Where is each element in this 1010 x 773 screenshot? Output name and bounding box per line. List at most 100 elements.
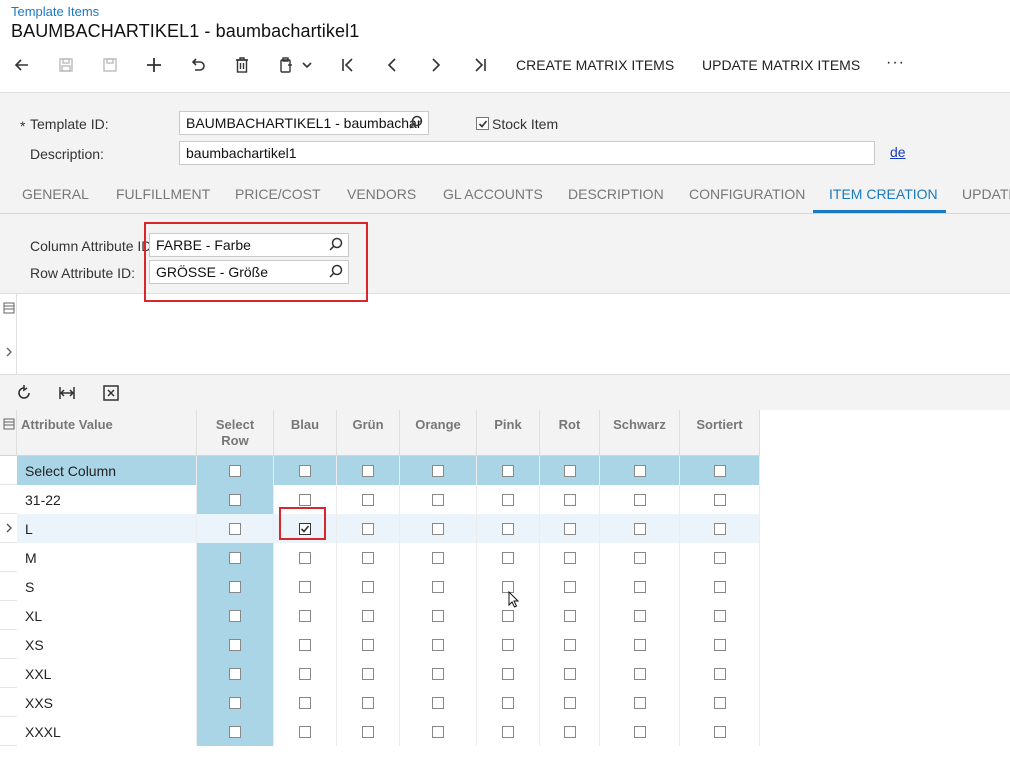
matrix-cell[interactable] bbox=[274, 456, 337, 485]
matrix-checkbox[interactable] bbox=[633, 696, 646, 709]
matrix-cell[interactable] bbox=[337, 514, 400, 543]
table-row[interactable]: XXS bbox=[0, 688, 760, 717]
matrix-cell[interactable] bbox=[600, 543, 680, 572]
matrix-cell[interactable] bbox=[274, 543, 337, 572]
more-menu-button[interactable]: ··· bbox=[886, 54, 905, 72]
matrix-cell[interactable] bbox=[477, 659, 540, 688]
matrix-checkbox[interactable] bbox=[633, 580, 646, 593]
table-row[interactable]: XXXL bbox=[0, 717, 760, 746]
select-row-checkbox[interactable] bbox=[229, 493, 241, 506]
matrix-cell[interactable] bbox=[680, 659, 760, 688]
column-header-pink[interactable]: Pink bbox=[477, 410, 540, 456]
matrix-cell[interactable] bbox=[400, 717, 477, 746]
template-id-field[interactable]: BAUMBACHARTIKEL1 - baumbachar bbox=[179, 111, 429, 135]
matrix-cell[interactable] bbox=[197, 601, 274, 630]
matrix-cell[interactable] bbox=[540, 659, 600, 688]
matrix-cell[interactable] bbox=[477, 543, 540, 572]
matrix-cell[interactable] bbox=[680, 485, 760, 514]
matrix-checkbox[interactable] bbox=[362, 580, 374, 593]
matrix-checkbox[interactable] bbox=[563, 696, 576, 709]
table-row[interactable]: 31-22 bbox=[0, 485, 760, 514]
matrix-checkbox[interactable] bbox=[362, 522, 374, 535]
export-excel-icon[interactable] bbox=[101, 383, 121, 403]
matrix-cell[interactable] bbox=[400, 659, 477, 688]
matrix-cell[interactable] bbox=[197, 572, 274, 601]
matrix-checkbox[interactable] bbox=[713, 696, 726, 709]
matrix-checkbox[interactable] bbox=[563, 551, 576, 564]
matrix-cell[interactable] bbox=[600, 659, 680, 688]
matrix-cell[interactable] bbox=[680, 630, 760, 659]
create-matrix-items-button[interactable]: CREATE MATRIX ITEMS bbox=[516, 57, 674, 73]
matrix-cell[interactable] bbox=[540, 601, 600, 630]
table-row[interactable]: XS bbox=[0, 630, 760, 659]
select-row-checkbox[interactable] bbox=[229, 667, 241, 680]
description-field[interactable]: baumbachartikel1 bbox=[179, 141, 875, 165]
matrix-checkbox[interactable] bbox=[563, 522, 576, 535]
matrix-checkbox[interactable] bbox=[362, 725, 374, 738]
matrix-checkbox[interactable] bbox=[713, 725, 726, 738]
matrix-cell[interactable] bbox=[477, 514, 540, 543]
select-row-checkbox[interactable] bbox=[229, 696, 241, 709]
matrix-checkbox[interactable] bbox=[563, 667, 576, 680]
matrix-checkbox[interactable] bbox=[633, 667, 646, 680]
matrix-cell[interactable] bbox=[400, 572, 477, 601]
matrix-cell[interactable] bbox=[274, 717, 337, 746]
matrix-checkbox[interactable] bbox=[713, 580, 726, 593]
matrix-cell[interactable] bbox=[600, 717, 680, 746]
chevron-right-icon[interactable] bbox=[3, 346, 15, 358]
matrix-cell[interactable] bbox=[197, 456, 274, 485]
matrix-checkbox[interactable] bbox=[502, 551, 514, 564]
tab-configuration[interactable]: CONFIGURATION bbox=[689, 186, 805, 202]
matrix-cell[interactable] bbox=[600, 572, 680, 601]
matrix-cell[interactable] bbox=[400, 630, 477, 659]
tab-update[interactable]: UPDATE bbox=[962, 186, 1010, 202]
matrix-checkbox[interactable] bbox=[432, 667, 444, 680]
matrix-checkbox[interactable] bbox=[633, 464, 646, 477]
matrix-cell[interactable] bbox=[540, 630, 600, 659]
matrix-checkbox[interactable] bbox=[502, 696, 514, 709]
matrix-cell[interactable] bbox=[400, 688, 477, 717]
add-icon[interactable] bbox=[142, 53, 166, 77]
matrix-checkbox[interactable] bbox=[299, 725, 311, 738]
matrix-cell[interactable] bbox=[337, 717, 400, 746]
chevron-down-icon[interactable] bbox=[298, 53, 316, 77]
matrix-checkbox[interactable] bbox=[299, 580, 311, 593]
next-record-icon[interactable] bbox=[424, 53, 448, 77]
table-row[interactable]: M bbox=[0, 543, 760, 572]
matrix-cell[interactable] bbox=[680, 514, 760, 543]
matrix-cell[interactable] bbox=[274, 601, 337, 630]
stock-item-checkbox[interactable] bbox=[476, 117, 489, 130]
matrix-cell[interactable] bbox=[680, 456, 760, 485]
matrix-cell[interactable] bbox=[337, 659, 400, 688]
matrix-checkbox[interactable] bbox=[362, 696, 374, 709]
select-row-checkbox[interactable] bbox=[229, 638, 241, 651]
column-header-blau[interactable]: Blau bbox=[274, 410, 337, 456]
matrix-checkbox[interactable] bbox=[432, 493, 444, 506]
select-row-checkbox[interactable] bbox=[229, 551, 241, 564]
matrix-cell[interactable] bbox=[337, 572, 400, 601]
matrix-cell[interactable] bbox=[197, 485, 274, 514]
matrix-cell[interactable] bbox=[600, 514, 680, 543]
column-header-sortiert[interactable]: Sortiert bbox=[680, 410, 760, 456]
matrix-cell[interactable] bbox=[540, 717, 600, 746]
matrix-checkbox[interactable] bbox=[502, 638, 514, 651]
column-header-orange[interactable]: Orange bbox=[400, 410, 477, 456]
matrix-checkbox[interactable] bbox=[432, 580, 444, 593]
matrix-cell[interactable] bbox=[477, 630, 540, 659]
matrix-checkbox[interactable] bbox=[713, 609, 726, 622]
update-matrix-items-button[interactable]: UPDATE MATRIX ITEMS bbox=[702, 57, 860, 73]
column-header-grün[interactable]: Grün bbox=[337, 410, 400, 456]
matrix-cell[interactable] bbox=[680, 601, 760, 630]
matrix-cell[interactable] bbox=[274, 630, 337, 659]
undo-icon[interactable] bbox=[186, 53, 210, 77]
tab-general[interactable]: GENERAL bbox=[22, 186, 89, 202]
matrix-cell[interactable] bbox=[680, 717, 760, 746]
column-header-schwarz[interactable]: Schwarz bbox=[600, 410, 680, 456]
matrix-checkbox[interactable] bbox=[362, 667, 374, 680]
matrix-checkbox[interactable] bbox=[432, 638, 444, 651]
matrix-cell[interactable] bbox=[600, 688, 680, 717]
tab-item-creation[interactable]: ITEM CREATION bbox=[829, 186, 938, 202]
matrix-cell[interactable] bbox=[400, 543, 477, 572]
select-row-checkbox[interactable] bbox=[229, 580, 241, 593]
matrix-cell[interactable] bbox=[600, 630, 680, 659]
